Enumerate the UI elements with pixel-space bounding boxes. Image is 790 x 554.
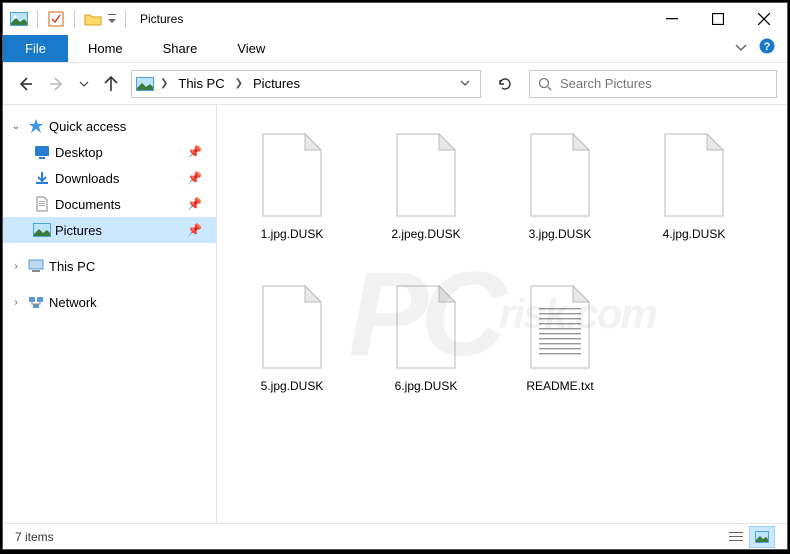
ribbon: File Home Share View ? (3, 35, 787, 63)
refresh-button[interactable] (489, 70, 521, 98)
file-item[interactable]: 2.jpeg.DUSK (359, 117, 493, 269)
folder-qat-icon[interactable] (83, 9, 103, 29)
network-icon (27, 293, 45, 311)
file-item[interactable]: README.txt (493, 269, 627, 421)
chevron-right-icon[interactable]: ❯ (160, 78, 168, 89)
file-tab[interactable]: File (3, 35, 68, 62)
pictures-location-icon (136, 75, 154, 93)
recent-locations-icon[interactable] (77, 72, 91, 96)
address-dropdown-icon[interactable] (460, 75, 470, 93)
file-item[interactable]: 1.jpg.DUSK (225, 117, 359, 269)
documents-icon (33, 195, 51, 213)
chevron-right-icon[interactable]: ❯ (235, 78, 243, 89)
file-icon (656, 129, 732, 221)
item-count: 7 items (15, 530, 54, 544)
file-label: 5.jpg.DUSK (261, 373, 324, 393)
sidebar-network[interactable]: › Network (3, 289, 216, 315)
file-icon (254, 281, 330, 373)
sidebar-item-documents[interactable]: Documents 📌 (3, 191, 216, 217)
minimize-button[interactable] (649, 3, 695, 35)
statusbar: 7 items (3, 523, 787, 549)
back-button[interactable] (13, 72, 37, 96)
sidebar: ⌄ Quick access Desktop 📌 Downloads 📌 (3, 105, 217, 523)
chevron-right-icon[interactable]: › (9, 261, 23, 272)
pin-icon: 📌 (187, 223, 216, 237)
file-item[interactable]: 5.jpg.DUSK (225, 269, 359, 421)
sidebar-quick-access[interactable]: ⌄ Quick access (3, 113, 216, 139)
navbar: ❯ This PC ❯ Pictures Search Pictures (3, 63, 787, 105)
maximize-button[interactable] (695, 3, 741, 35)
help-icon[interactable]: ? (759, 38, 775, 59)
search-icon (538, 77, 552, 91)
window-title: Pictures (140, 12, 183, 26)
pin-icon: 📌 (187, 197, 216, 211)
file-label: 3.jpg.DUSK (529, 221, 592, 241)
file-label: README.txt (526, 373, 593, 393)
file-item[interactable]: 6.jpg.DUSK (359, 269, 493, 421)
sidebar-item-downloads[interactable]: Downloads 📌 (3, 165, 216, 191)
star-icon (27, 117, 45, 135)
properties-qat-icon[interactable] (46, 9, 66, 29)
file-label: 1.jpg.DUSK (261, 221, 324, 241)
desktop-icon (33, 143, 51, 161)
pictures-icon (33, 221, 51, 239)
address-bar[interactable]: ❯ This PC ❯ Pictures (131, 70, 481, 98)
details-view-button[interactable] (723, 526, 749, 548)
expand-ribbon-icon[interactable] (735, 40, 747, 58)
file-item[interactable]: 4.jpg.DUSK (627, 117, 761, 269)
file-label: 4.jpg.DUSK (663, 221, 726, 241)
pin-icon: 📌 (187, 171, 216, 185)
forward-button[interactable] (45, 72, 69, 96)
tab-home[interactable]: Home (68, 35, 143, 62)
search-input[interactable]: Search Pictures (529, 70, 777, 98)
sidebar-item-pictures[interactable]: Pictures 📌 (3, 217, 216, 243)
downloads-icon (33, 169, 51, 187)
chevron-down-icon[interactable]: ⌄ (9, 121, 23, 132)
file-item[interactable]: 3.jpg.DUSK (493, 117, 627, 269)
close-button[interactable] (741, 3, 787, 35)
file-icon (522, 281, 598, 373)
file-label: 6.jpg.DUSK (395, 373, 458, 393)
large-icons-view-button[interactable] (749, 526, 775, 548)
tab-view[interactable]: View (217, 35, 285, 62)
sidebar-this-pc[interactable]: › This PC (3, 253, 216, 279)
breadcrumb-pictures[interactable]: Pictures (249, 76, 304, 91)
file-icon (522, 129, 598, 221)
breadcrumb-this-pc[interactable]: This PC (174, 76, 228, 91)
file-icon (388, 281, 464, 373)
sidebar-item-desktop[interactable]: Desktop 📌 (3, 139, 216, 165)
up-button[interactable] (99, 72, 123, 96)
file-list[interactable]: PCrisk.com 1.jpg.DUSK2.jpeg.DUSK3.jpg.DU… (217, 105, 787, 523)
svg-text:?: ? (764, 41, 771, 53)
search-placeholder: Search Pictures (560, 76, 652, 91)
titlebar: Pictures (3, 3, 787, 35)
computer-icon (27, 257, 45, 275)
pin-icon: 📌 (187, 145, 216, 159)
tab-share[interactable]: Share (143, 35, 218, 62)
qat-dropdown-icon[interactable] (107, 9, 117, 29)
chevron-right-icon[interactable]: › (9, 297, 23, 308)
app-icon (9, 9, 29, 29)
file-icon (388, 129, 464, 221)
file-icon (254, 129, 330, 221)
file-label: 2.jpeg.DUSK (391, 221, 460, 241)
